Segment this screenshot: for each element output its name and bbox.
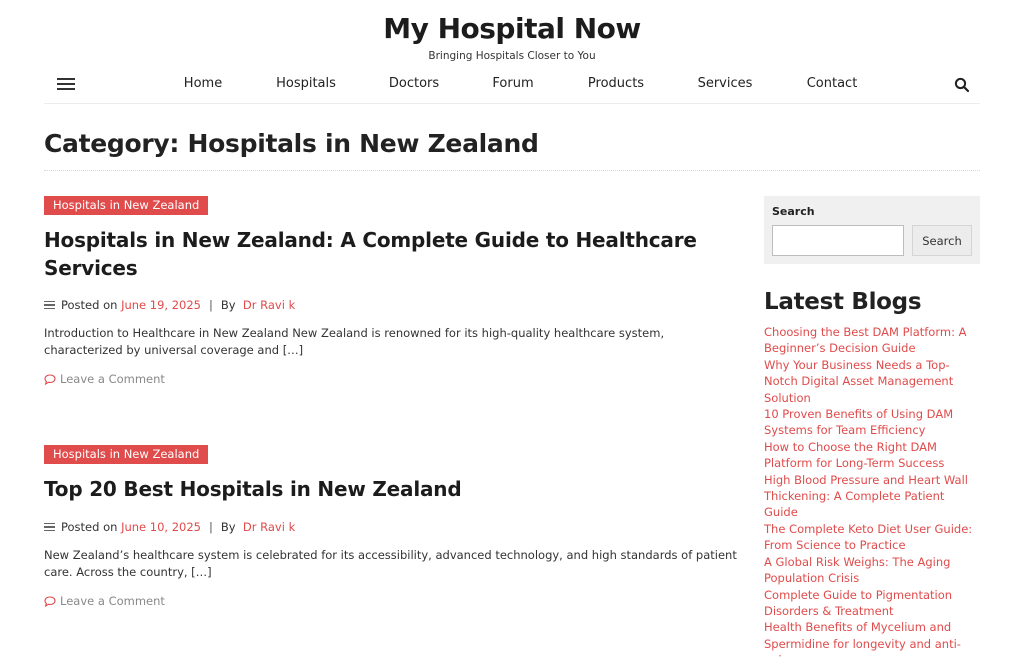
site-title[interactable]: My Hospital Now [0, 12, 1024, 46]
latest-blog-link[interactable]: Why Your Business Needs a Top-Notch Digi… [764, 357, 980, 406]
search-input[interactable] [772, 225, 904, 256]
by-label: By [220, 520, 236, 534]
leave-comment-link[interactable]: Leave a Comment [44, 371, 165, 387]
category-badge[interactable]: Hospitals in New Zealand [44, 445, 209, 464]
search-widget: Search Search [764, 196, 980, 264]
latest-blog-link[interactable]: Choosing the Best DAM Platform: A Beginn… [764, 324, 980, 357]
author-link[interactable]: Dr Ravi k [243, 519, 295, 535]
nav-item-hospitals[interactable]: Hospitals [276, 76, 336, 92]
comment-icon [44, 595, 56, 607]
page-title: Category: Hospitals in New Zealand [44, 129, 539, 158]
leave-comment-link[interactable]: Leave a Comment [44, 593, 165, 609]
nav-item-services[interactable]: Services [698, 76, 753, 92]
search-button[interactable]: Search [912, 225, 972, 256]
post-article: Hospitals in New Zealand Hospitals in Ne… [44, 196, 744, 396]
posted-on-label: Posted on [61, 298, 118, 312]
latest-blog-link[interactable]: High Blood Pressure and Heart Wall Thick… [764, 472, 980, 521]
title-divider [44, 170, 980, 171]
meta-separator: | [209, 298, 213, 312]
category-badge[interactable]: Hospitals in New Zealand [44, 196, 209, 215]
latest-blog-link[interactable]: The Complete Keto Diet User Guide: From … [764, 521, 980, 554]
nav-item-forum[interactable]: Forum [492, 76, 533, 92]
hamburger-icon[interactable] [57, 77, 75, 91]
latest-blog-link[interactable]: 10 Proven Benefits of Using DAM Systems … [764, 406, 980, 439]
search-label: Search [772, 205, 815, 218]
leave-comment-label: Leave a Comment [60, 594, 165, 608]
nav-item-home[interactable]: Home [184, 76, 222, 92]
list-icon [44, 522, 55, 532]
latest-blog-link[interactable]: A Global Risk Weighs: The Aging Populati… [764, 554, 980, 587]
latest-blog-link[interactable]: Complete Guide to Pigmentation Disorders… [764, 587, 980, 620]
post-excerpt: Introduction to Healthcare in New Zealan… [44, 326, 665, 357]
site-tagline: Bringing Hospitals Closer to You [428, 50, 596, 62]
post-article: Hospitals in New Zealand Top 20 Best Hos… [44, 445, 744, 615]
author-link[interactable]: Dr Ravi k [243, 297, 295, 313]
latest-blogs-title: Latest Blogs [764, 289, 922, 315]
nav-item-doctors[interactable]: Doctors [389, 76, 439, 92]
latest-blog-link[interactable]: How to Choose the Right DAM Platform for… [764, 439, 980, 472]
post-meta: Posted on June 19, 2025 | By Dr Ravi k [44, 297, 295, 313]
list-icon [44, 300, 55, 310]
nav-item-contact[interactable]: Contact [807, 76, 858, 92]
by-label: By [220, 298, 236, 312]
nav-item-products[interactable]: Products [588, 76, 644, 92]
search-icon[interactable] [954, 77, 970, 93]
posted-on-label: Posted on [61, 520, 118, 534]
post-title[interactable]: Top 20 Best Hospitals in New Zealand [44, 475, 744, 503]
post-date-link[interactable]: June 19, 2025 [121, 297, 201, 313]
post-excerpt: New Zealand’s healthcare system is celeb… [44, 548, 737, 579]
comment-icon [44, 373, 56, 385]
meta-separator: | [209, 520, 213, 534]
post-date-link[interactable]: June 10, 2025 [121, 519, 201, 535]
post-title[interactable]: Hospitals in New Zealand: A Complete Gui… [44, 226, 744, 282]
post-meta: Posted on June 10, 2025 | By Dr Ravi k [44, 519, 295, 535]
main-navigation: Home Hospitals Doctors Forum Products Se… [44, 66, 980, 104]
leave-comment-label: Leave a Comment [60, 372, 165, 386]
site-header: My Hospital Now Bringing Hospitals Close… [0, 0, 1024, 105]
latest-blogs-list: Choosing the Best DAM Platform: A Beginn… [764, 324, 980, 657]
latest-blog-link[interactable]: Health Benefits of Mycelium and Spermidi… [764, 619, 980, 657]
